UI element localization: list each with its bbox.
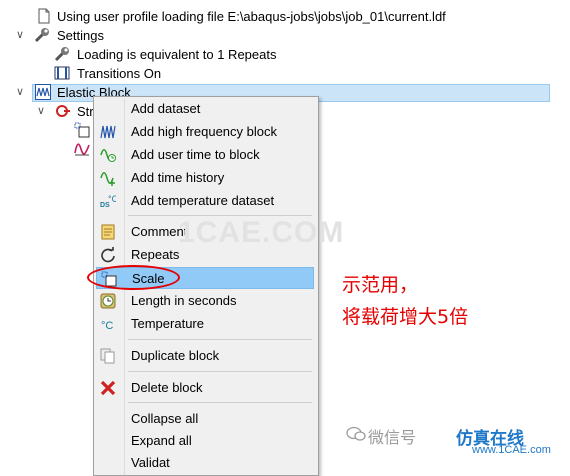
menu-item-collapse-all[interactable]: Collapse all [96, 408, 314, 430]
time-history-icon [100, 170, 116, 186]
menu-item-label: Repeats [131, 247, 180, 262]
comment-icon [100, 224, 116, 240]
tree-item-settings[interactable]: Settings [0, 26, 560, 45]
tree-item-label: Using user profile loading file E:\abaqu… [57, 9, 446, 24]
transitions-icon [54, 65, 70, 81]
menu-item-label: Duplicate block [131, 348, 220, 363]
time-history-icon [74, 141, 90, 157]
stress-icon [55, 103, 71, 119]
tree-item-loading[interactable]: Loading is equivalent to 1 Repeats [0, 45, 560, 64]
menu-item-label: Temperature [131, 316, 204, 331]
menu-item-delete-block[interactable]: Delete block [96, 377, 314, 399]
menu-item-label: Add high frequency block [131, 124, 277, 139]
menu-item-length-in-seconds[interactable]: Length in seconds [96, 290, 314, 312]
watermark-center: 1CAE.COM [178, 216, 345, 249]
tree-item-label: Transitions On [77, 66, 162, 81]
menu-item-add-time-history[interactable]: Add time history [96, 167, 314, 189]
clock-icon [100, 293, 116, 309]
menu-item-label: Validat [131, 455, 170, 470]
tree-item-profile[interactable]: Using user profile loading file E:\abaqu… [0, 7, 560, 26]
menu-item-add-dataset[interactable]: Add dataset [96, 98, 314, 120]
high-frequency-icon [100, 124, 116, 140]
wrench-icon [34, 27, 50, 43]
document-icon [36, 8, 52, 24]
menu-item-label: Delete block [131, 380, 203, 395]
tree-item-transitions[interactable]: Transitions On [0, 64, 560, 83]
watermark-url: www.1CAE.com [472, 444, 551, 456]
menu-separator [128, 402, 312, 403]
menu-item-label: Length in seconds [131, 293, 237, 308]
wrench-icon [54, 46, 70, 62]
tree-item-stress[interactable]: Stre [0, 102, 101, 121]
watermark-wechat-label: 微信号 [368, 428, 417, 447]
menu-item-temperature[interactable]: °C Temperature [96, 313, 314, 335]
menu-item-label: Collapse all [131, 411, 199, 426]
menu-item-validate[interactable]: Validat [96, 452, 314, 474]
svg-text:°C: °C [101, 320, 113, 332]
wechat-icon [346, 426, 366, 442]
menu-item-label: Add user time to block [131, 147, 260, 162]
menu-item-label: Add dataset [131, 101, 201, 116]
menu-separator [128, 339, 312, 340]
menu-item-label: Add temperature dataset [131, 193, 275, 208]
menu-item-duplicate-block[interactable]: Duplicate block [96, 345, 314, 367]
tree-item-label: Settings [57, 28, 104, 43]
duplicate-icon [100, 348, 116, 364]
menu-item-add-high-frequency-block[interactable]: Add high frequency block [96, 121, 314, 143]
user-time-icon [100, 147, 116, 163]
scale-icon [74, 122, 90, 138]
delete-icon [100, 380, 116, 396]
repeat-icon [100, 246, 116, 263]
menu-item-label: Add time history [131, 170, 225, 185]
menu-item-label: Expand all [131, 433, 192, 448]
menu-item-add-temperature-dataset[interactable]: DS °C Add temperature dataset [96, 190, 314, 212]
annotation-line-2: 将载荷增大5倍 [342, 306, 469, 328]
menu-item-add-user-time[interactable]: Add user time to block [96, 144, 314, 166]
tree-item-label: Loading is equivalent to 1 Repeats [77, 47, 277, 62]
svg-text:°C: °C [108, 194, 116, 204]
annotation-line-1: 示范用， [342, 274, 419, 296]
temperature-icon: °C [100, 316, 116, 332]
annotation-ellipse [87, 265, 180, 290]
block-wave-icon [35, 84, 51, 100]
temperature-dataset-icon: DS °C [100, 193, 119, 209]
menu-item-expand-all[interactable]: Expand all [96, 430, 314, 452]
menu-separator [128, 371, 312, 372]
